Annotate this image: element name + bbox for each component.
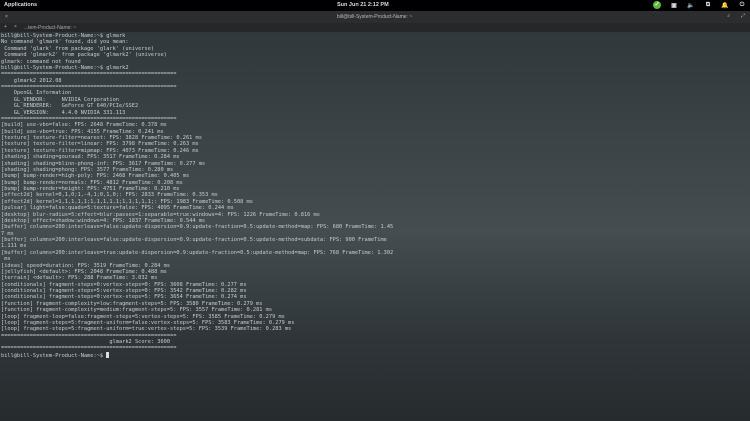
close-tab-button[interactable]: × [14,24,17,30]
notification-bell-icon[interactable]: 🔔 [721,2,729,9]
terminal-output[interactable]: bill@bill-System-Product-Name:~$ glmark N… [1,33,746,359]
tab-terminal[interactable]: ...tem-Product-Name: ~ [24,25,76,31]
window-title: bill@bill-System-Product-Name: ~ [337,14,413,20]
volume-icon[interactable]: 🔈 [687,2,695,9]
update-icon[interactable]: ✓ [653,1,661,9]
network-icon[interactable]: ⧉ [704,2,712,9]
prompt: bill@bill-System-Product-Name:~$ [1,352,107,359]
cursor [106,351,110,358]
keyboard-layout-icon[interactable]: ▣ [670,2,678,9]
clock[interactable]: Sun Jun 21 2:12 PM [337,2,389,8]
terminal-prompt-line[interactable]: bill@bill-System-Product-Name:~$ [1,351,746,359]
new-tab-button[interactable]: + [4,24,7,30]
window-titlebar: × bill@bill-System-Product-Name: ~ ⌕ ⤢ [0,11,750,23]
maximize-icon[interactable]: ⤢ [741,13,745,19]
close-window-button[interactable]: × [5,14,8,20]
search-icon[interactable]: ⌕ [727,13,730,19]
applications-menu[interactable]: Applications [4,2,37,8]
system-tray: ✓ ▣ 🔈 ⧉ 🔔 ⏻ [653,1,746,9]
top-panel: Applications Sun Jun 21 2:12 PM ✓ ▣ 🔈 ⧉ … [0,0,750,11]
power-icon[interactable]: ⏻ [738,2,746,9]
tab-bar: + × ...tem-Product-Name: ~ [0,23,750,32]
